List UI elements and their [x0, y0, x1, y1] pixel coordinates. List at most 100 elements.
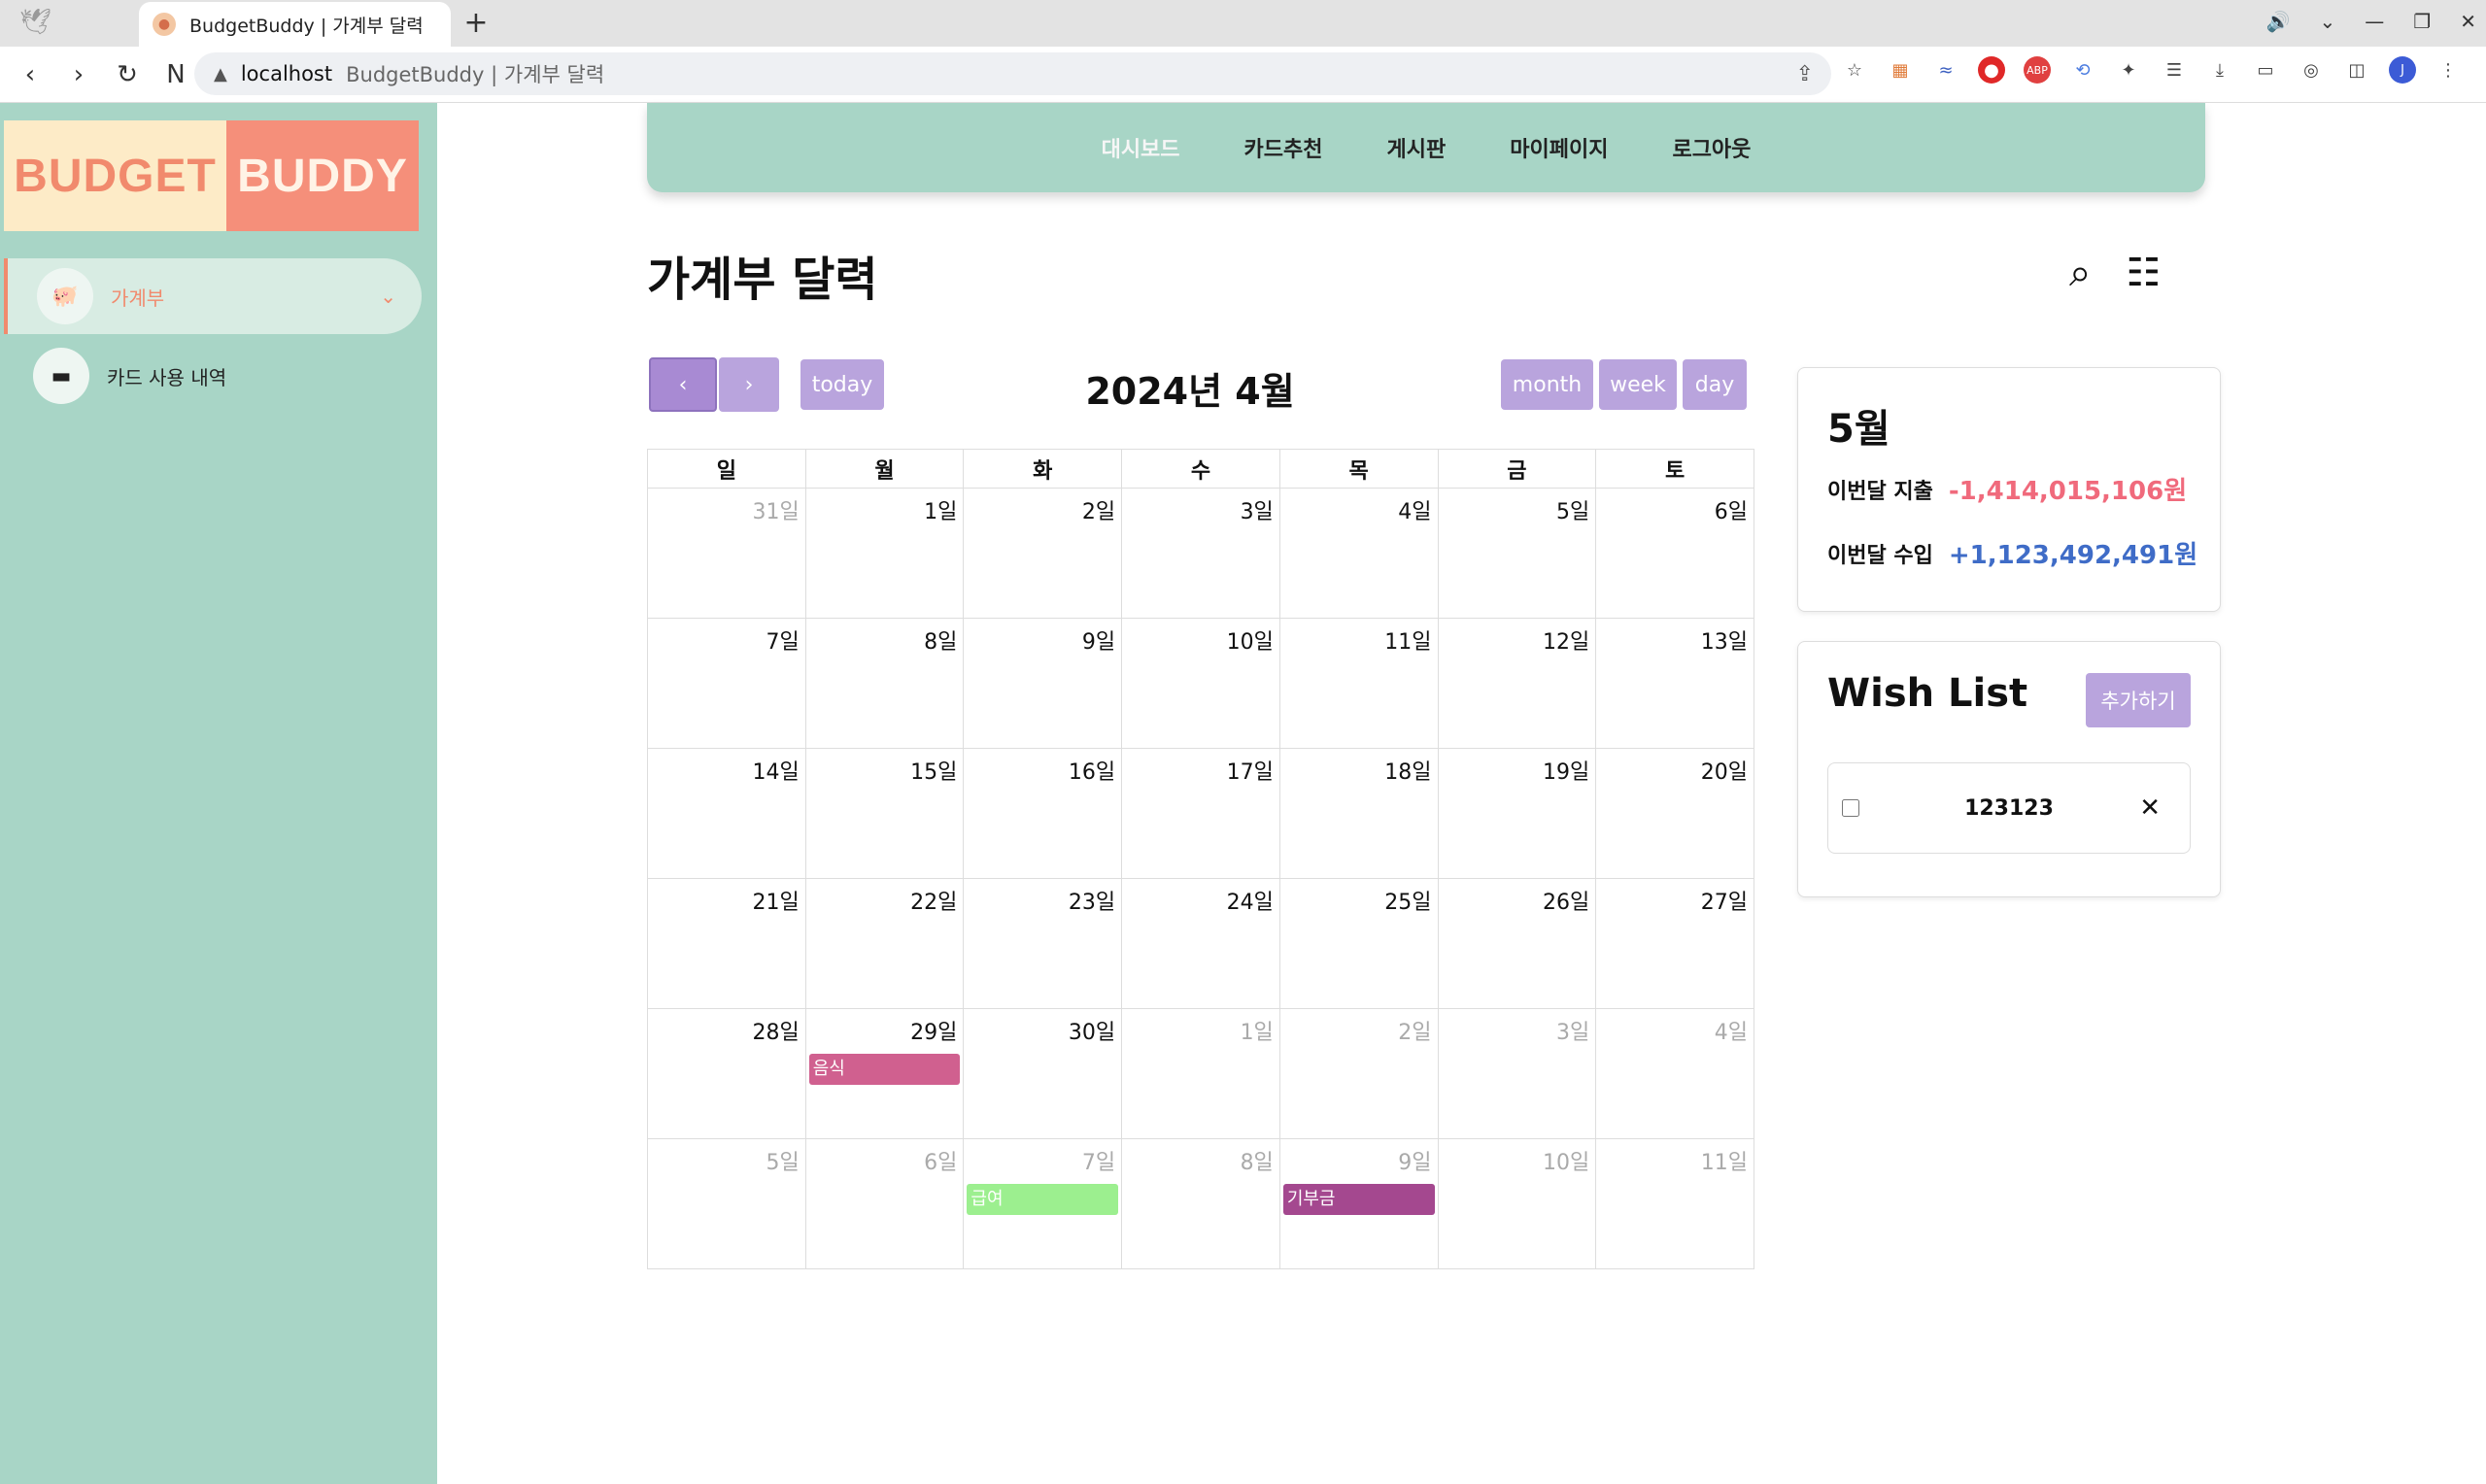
site-info-icon[interactable]: ▲	[214, 64, 227, 84]
nav-board[interactable]: 게시판	[1387, 132, 1447, 163]
reading-list-icon[interactable]: ☰	[2161, 56, 2188, 84]
browser-tab-active[interactable]: ● BudgetBuddy | 가계부 달력	[139, 2, 451, 47]
day-number: 5일	[766, 1151, 800, 1175]
adblock-icon[interactable]: ABP	[2024, 56, 2051, 84]
wishlist-item-checkbox[interactable]	[1842, 799, 1859, 817]
calendar-day-cell[interactable]: 13일	[1595, 618, 1754, 749]
view-week-button[interactable]: week	[1599, 359, 1677, 410]
add-wish-button[interactable]: 추가하기	[2086, 673, 2191, 727]
sidebar-item-ledger[interactable]: 🐖 가계부 ⌄	[4, 258, 422, 334]
calendar-day-cell[interactable]: 15일	[804, 748, 965, 879]
calendar-day-cell[interactable]: 11일	[1278, 618, 1439, 749]
calendar-day-cell[interactable]: 3일	[1121, 488, 1280, 619]
calendar-day-cell[interactable]: 9일 기부금	[1278, 1138, 1439, 1269]
expense-value: -1,414,015,106원	[1948, 477, 2188, 506]
audio-icon[interactable]: 🔊	[2266, 10, 2291, 33]
view-day-button[interactable]: day	[1683, 359, 1747, 410]
calendar-day-cell[interactable]: 3일	[1437, 1008, 1597, 1139]
reload-icon[interactable]: ↻	[115, 60, 140, 89]
calendar-day-cell[interactable]: 31일	[647, 488, 806, 619]
calendar-day-cell[interactable]: 22일	[804, 878, 965, 1009]
nav-logout[interactable]: 로그아웃	[1672, 132, 1751, 163]
calendar-day-cell[interactable]: 6일	[804, 1138, 965, 1269]
minimize-icon[interactable]: —	[2365, 10, 2384, 33]
calendar-day-cell[interactable]: 10일	[1437, 1138, 1597, 1269]
calendar-day-cell[interactable]: 11일	[1595, 1138, 1754, 1269]
calendar-day-cell[interactable]: 30일	[963, 1008, 1123, 1139]
download-icon[interactable]: ⤓	[2206, 56, 2233, 84]
calendar-day-cell[interactable]: 1일	[804, 488, 965, 619]
back-icon[interactable]: ‹	[17, 60, 43, 89]
calendar-day-cell[interactable]: 6일	[1595, 488, 1754, 619]
calendar-day-cell[interactable]: 14일	[647, 748, 806, 879]
profile-avatar-icon[interactable]: J	[2389, 56, 2416, 84]
calendar-event[interactable]: 급여	[967, 1184, 1119, 1215]
side-panel-icon[interactable]: ◫	[2343, 56, 2370, 84]
calendar-day-cell[interactable]: 8일	[1121, 1138, 1280, 1269]
calendar-day-cell[interactable]: 7일 급여	[963, 1138, 1123, 1269]
bookmark-star-icon[interactable]: ☆	[1841, 56, 1868, 84]
calendar-event[interactable]: 음식	[808, 1054, 961, 1085]
forward-icon[interactable]: ›	[66, 60, 91, 89]
nav-mypage[interactable]: 마이페이지	[1510, 132, 1608, 163]
extensions-puzzle-icon[interactable]: ✦	[2115, 56, 2142, 84]
calendar-day-cell[interactable]: 2일	[963, 488, 1123, 619]
calendar-day-cell[interactable]: 9일	[963, 618, 1123, 749]
today-button[interactable]: today	[800, 359, 884, 410]
calendar-day-cell[interactable]: 4일	[1278, 488, 1439, 619]
cast-icon[interactable]: ▭	[2252, 56, 2279, 84]
address-bar[interactable]: ▲ localhost BudgetBuddy | 가계부 달력 ⇪	[194, 52, 1831, 95]
extension-wave-icon[interactable]: ≈	[1932, 56, 1959, 84]
sidebar-item-card-history[interactable]: ▬ 카드 사용 내역	[4, 338, 422, 414]
weekday-label: 토	[1595, 449, 1754, 489]
screenshot-icon[interactable]: ◎	[2298, 56, 2325, 84]
tab-search-chevron-icon[interactable]: ⌄	[2320, 10, 2336, 33]
calendar-day-cell[interactable]: 27일	[1595, 878, 1754, 1009]
day-number: 19일	[1542, 760, 1590, 785]
calendar-day-cell[interactable]: 18일	[1278, 748, 1439, 879]
calendar-day-cell[interactable]: 4일	[1595, 1008, 1754, 1139]
calendar-week-row: 5일 6일 7일 급여 8일 9일 기부금 10일 11일	[647, 1138, 1754, 1269]
day-number: 11일	[1700, 1151, 1748, 1175]
calendar-day-cell[interactable]: 28일	[647, 1008, 806, 1139]
share-icon[interactable]: ⇪	[1796, 62, 1814, 86]
remove-wish-icon[interactable]: ✕	[2139, 793, 2161, 823]
calendar-day-cell[interactable]: 5일	[1437, 488, 1597, 619]
calendar-day-cell[interactable]: 23일	[963, 878, 1123, 1009]
search-icon[interactable]: ⌕	[2069, 251, 2091, 295]
nav-card-recommend[interactable]: 카드추천	[1244, 132, 1323, 163]
calendar-day-cell[interactable]: 5일	[647, 1138, 806, 1269]
prev-month-button[interactable]: ‹	[649, 357, 717, 412]
calendar-day-cell[interactable]: 7일	[647, 618, 806, 749]
calendar-day-cell[interactable]: 19일	[1437, 748, 1597, 879]
close-window-icon[interactable]: ✕	[2460, 10, 2476, 33]
calendar-day-cell[interactable]: 26일	[1437, 878, 1597, 1009]
page-title: 가계부 달력	[647, 253, 878, 307]
calendar-day-cell[interactable]: 8일	[804, 618, 965, 749]
extension-red-icon[interactable]: ●	[1978, 56, 2005, 84]
calendar-day-cell[interactable]: 21일	[647, 878, 806, 1009]
next-month-button[interactable]: ›	[719, 357, 779, 412]
calendar-day-cell[interactable]: 29일 음식	[804, 1008, 965, 1139]
view-month-button[interactable]: month	[1501, 359, 1593, 410]
extension-grid-icon[interactable]: ▦	[1887, 56, 1914, 84]
calendar-day-cell[interactable]: 10일	[1121, 618, 1280, 749]
calendar-day-cell[interactable]: 2일	[1278, 1008, 1439, 1139]
calendar-day-cell[interactable]: 25일	[1278, 878, 1439, 1009]
new-tab-button[interactable]: +	[459, 6, 494, 40]
budgetbuddy-logo[interactable]: BUDGET BUDDY	[4, 120, 419, 231]
calendar-day-cell[interactable]: 24일	[1121, 878, 1280, 1009]
nav-dashboard[interactable]: 대시보드	[1102, 132, 1180, 163]
calendar-day-cell[interactable]: 12일	[1437, 618, 1597, 749]
menu-kebab-icon[interactable]: ⋮	[2435, 56, 2462, 84]
checklist-icon[interactable]: ☷	[2126, 251, 2161, 295]
calendar-day-cell[interactable]: 20일	[1595, 748, 1754, 879]
calendar-day-cell[interactable]: 1일	[1121, 1008, 1280, 1139]
pinned-tab-area[interactable]: 🕊	[0, 0, 136, 47]
calendar-event[interactable]: 기부금	[1282, 1184, 1435, 1215]
notion-extension-icon[interactable]: N	[163, 60, 188, 89]
calendar-day-cell[interactable]: 16일	[963, 748, 1123, 879]
restore-icon[interactable]: ❐	[2413, 10, 2431, 33]
extension-sync-icon[interactable]: ⟲	[2069, 56, 2096, 84]
calendar-day-cell[interactable]: 17일	[1121, 748, 1280, 879]
